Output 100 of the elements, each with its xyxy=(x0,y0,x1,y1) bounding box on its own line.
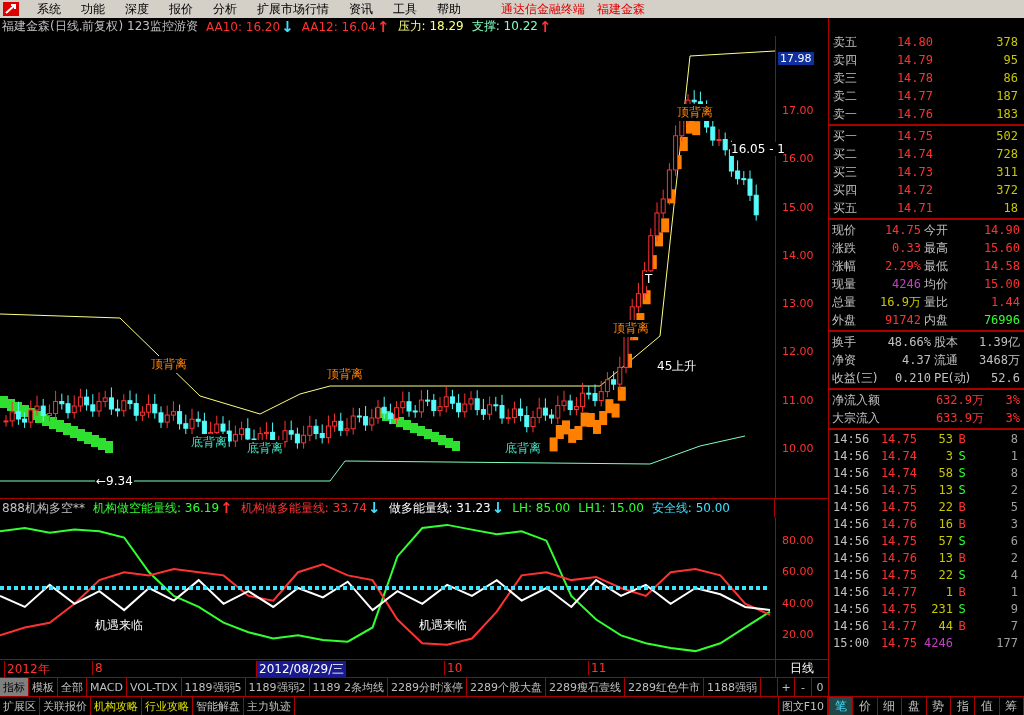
axis-label: 15.00 xyxy=(782,200,814,214)
app-logo-icon xyxy=(3,2,19,16)
bottom-tab[interactable]: 智能解盘 xyxy=(193,697,244,715)
indicator-value: AA12: 16.04 xyxy=(301,19,376,34)
stat-label: 净资 xyxy=(832,351,857,369)
bottom-tab[interactable]: 扩展区 xyxy=(0,697,40,715)
tick-side: B xyxy=(957,584,967,599)
menu-item[interactable]: 系统 xyxy=(27,0,71,18)
indicator-tab[interactable]: 模板 xyxy=(29,678,58,697)
stat-value: 48.66% xyxy=(886,335,931,349)
stat-value: 52.6 xyxy=(990,371,1020,385)
indicator-value: 888机构多空** xyxy=(2,499,85,517)
stat-value: 91742 xyxy=(883,313,921,327)
tick-time: 15:00 xyxy=(833,635,871,650)
quote-label: 买二 xyxy=(833,145,858,163)
tick-time: 14:56 xyxy=(833,567,871,582)
menu-item[interactable]: 帮助 xyxy=(427,0,471,18)
indicator-value: 做多能量线: 31.23 xyxy=(388,499,491,517)
indicator-value: 安全线: 50.00 xyxy=(651,499,730,517)
price-tag: 17.98 xyxy=(778,51,814,65)
date-label: 2012/08/29/三 xyxy=(256,661,347,679)
chart-annotation: 45上升 xyxy=(656,357,698,375)
indicator-tab[interactable]: 2289个股大盘 xyxy=(467,678,547,697)
quote-volume: 372 xyxy=(995,183,1018,197)
tick-price: 14.76 xyxy=(879,516,917,531)
axis-label: 12.00 xyxy=(782,344,814,358)
indicator-value: 压力: 18.29 xyxy=(397,18,464,36)
chart-annotation: 底背离 xyxy=(190,433,228,451)
quote-volume: 502 xyxy=(995,129,1018,143)
tick-time: 14:56 xyxy=(833,550,871,565)
tick-side: S xyxy=(957,448,967,463)
quote-volume: 86 xyxy=(1002,71,1018,85)
bottom-tab[interactable]: 机构攻略 xyxy=(91,697,142,715)
bottom-tab[interactable]: 关联报价 xyxy=(40,697,91,715)
period-label[interactable]: 日线 xyxy=(776,660,828,678)
chart-annotation: 底背离 xyxy=(504,439,542,457)
tick-side: S xyxy=(957,601,967,616)
menu-item[interactable]: 深度 xyxy=(115,0,159,18)
tick-count: 2 xyxy=(1009,482,1018,497)
tick-price: 14.75 xyxy=(879,431,917,446)
indicator-tab[interactable]: 2289瘦石壹线 xyxy=(546,678,626,697)
indicator-value: AA10: 16.20 xyxy=(205,19,281,34)
quote-volume: 728 xyxy=(995,147,1018,161)
date-label: 10 xyxy=(444,661,465,676)
flow-percent: 3% xyxy=(1004,411,1020,425)
stat-value: 15.60 xyxy=(982,241,1020,255)
flow-percent: 3% xyxy=(1004,393,1020,407)
quote-price: 14.76 xyxy=(895,107,933,121)
indicator-tab[interactable]: 2289分时涨停 xyxy=(388,678,468,697)
tick-volume: 13 xyxy=(937,482,953,497)
tick-price: 14.76 xyxy=(879,550,917,565)
indicator-tab[interactable]: 全部 xyxy=(58,678,87,697)
f10-button[interactable]: 图文F10 xyxy=(777,697,828,715)
panel-tab[interactable]: 笔 xyxy=(829,697,854,715)
quote-label: 卖二 xyxy=(833,87,858,105)
indicator-value: 支撑: 10.22 xyxy=(471,18,538,36)
menu-item[interactable]: 功能 xyxy=(71,0,115,18)
tick-volume: 22 xyxy=(937,567,953,582)
tick-volume: 4246 xyxy=(923,635,953,650)
menu-item[interactable]: 资讯 xyxy=(339,0,383,18)
chart-annotation: ←9.34 xyxy=(95,473,134,488)
tick-time: 14:56 xyxy=(833,431,871,446)
chart-annotation: 顶背离 xyxy=(612,319,650,337)
stat-label: 股本 xyxy=(934,333,959,351)
indicator-tab[interactable]: 指标 xyxy=(0,678,29,697)
bottom-tab[interactable]: 行业攻略 xyxy=(142,697,193,715)
quote-price: 14.77 xyxy=(895,89,933,103)
stat-value: 1.44 xyxy=(990,295,1020,309)
quote-volume: 187 xyxy=(995,89,1018,103)
trend-arrow: ↑ xyxy=(538,18,552,35)
chart-annotation: 底背离 xyxy=(246,439,284,457)
stat-label: 现价 xyxy=(832,221,857,239)
quote-price: 14.80 xyxy=(895,35,933,49)
quote-price: 14.75 xyxy=(895,129,933,143)
tick-time: 14:56 xyxy=(833,601,871,616)
menu-item[interactable]: 工具 xyxy=(383,0,427,18)
quote-volume: 378 xyxy=(995,35,1018,49)
tick-price: 14.77 xyxy=(879,618,917,633)
bottom-tab[interactable]: 主力轨迹 xyxy=(244,697,295,715)
indicator-tab[interactable]: VOL-TDX xyxy=(127,678,182,697)
chart-annotation: T xyxy=(644,271,654,286)
indicator-tab[interactable]: 2289红色牛市 xyxy=(625,678,705,697)
axis-label: 40.00 xyxy=(782,596,814,610)
tick-time: 14:56 xyxy=(833,482,871,497)
quote-volume: 18 xyxy=(1002,201,1018,215)
tick-volume: 57 xyxy=(937,533,953,548)
tick-count: 177 xyxy=(995,635,1018,650)
tick-price: 14.74 xyxy=(879,448,917,463)
axis-label: 11.00 xyxy=(782,393,814,407)
tick-count: 9 xyxy=(1009,601,1018,616)
stat-label: 收益(三) xyxy=(832,369,879,387)
menu-item[interactable]: 扩展市场行情 xyxy=(247,0,339,18)
tick-count: 5 xyxy=(1009,499,1018,514)
stat-label: 外盘 xyxy=(832,311,857,329)
chart-annotation: 顶背离 xyxy=(150,355,188,373)
stat-value: 4.37 xyxy=(901,353,931,367)
axis-label: 20.00 xyxy=(782,628,814,642)
menu-item[interactable]: 报价 xyxy=(159,0,203,18)
tick-time: 14:56 xyxy=(833,516,871,531)
menu-item[interactable]: 分析 xyxy=(203,0,247,18)
